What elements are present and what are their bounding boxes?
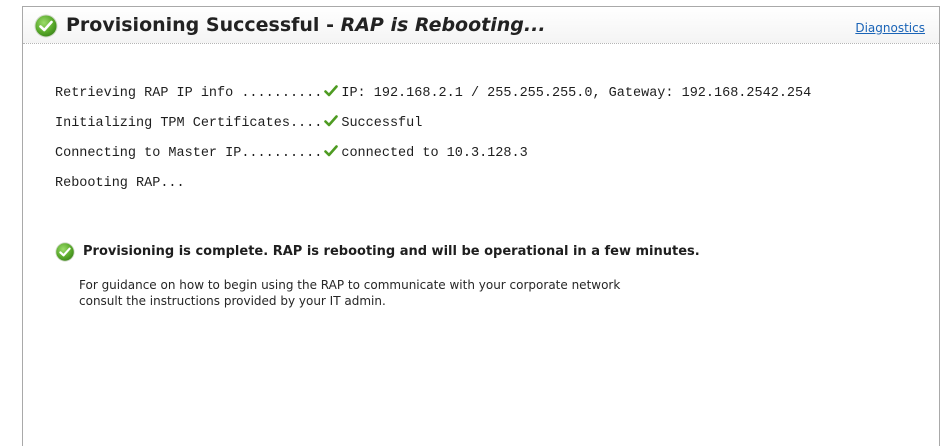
log-line-rebooting: Rebooting RAP...	[55, 175, 811, 205]
log-label: Initializing TPM Certificates....	[55, 116, 323, 131]
provisioning-log: Retrieving RAP IP info .......... IP: 192…	[55, 85, 811, 205]
success-check-icon	[34, 14, 58, 38]
title-prefix: Provisioning Successful -	[66, 14, 341, 36]
log-line-retrieve-ip: Retrieving RAP IP info .......... IP: 192…	[55, 85, 811, 115]
diagnostics-link[interactable]: Diagnostics	[855, 21, 925, 35]
log-line-connect-master: Connecting to Master IP.......... connect…	[55, 145, 811, 175]
checkmark-icon	[324, 85, 339, 97]
log-result: connected to 10.3.128.3	[341, 146, 528, 161]
log-label: Connecting to Master IP..........	[55, 146, 323, 161]
checkmark-icon	[324, 115, 339, 127]
checkmark-icon	[324, 145, 339, 157]
log-result: Successful	[341, 116, 423, 131]
log-result: IP: 192.168.2.1 / 255.255.255.0, Gateway…	[341, 86, 812, 101]
log-line-tpm-certificates: Initializing TPM Certificates.... Success…	[55, 115, 811, 145]
title-emphasis: RAP is Rebooting...	[340, 14, 546, 36]
provisioning-panel: Provisioning Successful - RAP is Rebooti…	[22, 6, 940, 446]
log-label: Rebooting RAP...	[55, 176, 185, 191]
guidance-line: consult the instructions provided by you…	[79, 294, 386, 308]
log-label: Retrieving RAP IP info ..........	[55, 86, 323, 101]
completion-message: Provisioning is complete. RAP is rebooti…	[83, 244, 700, 259]
success-check-icon	[55, 242, 75, 262]
panel-header: Provisioning Successful - RAP is Rebooti…	[23, 7, 939, 44]
guidance-text: For guidance on how to begin using the R…	[79, 277, 620, 309]
guidance-line: For guidance on how to begin using the R…	[79, 278, 621, 292]
page-title: Provisioning Successful - RAP is Rebooti…	[66, 14, 546, 36]
